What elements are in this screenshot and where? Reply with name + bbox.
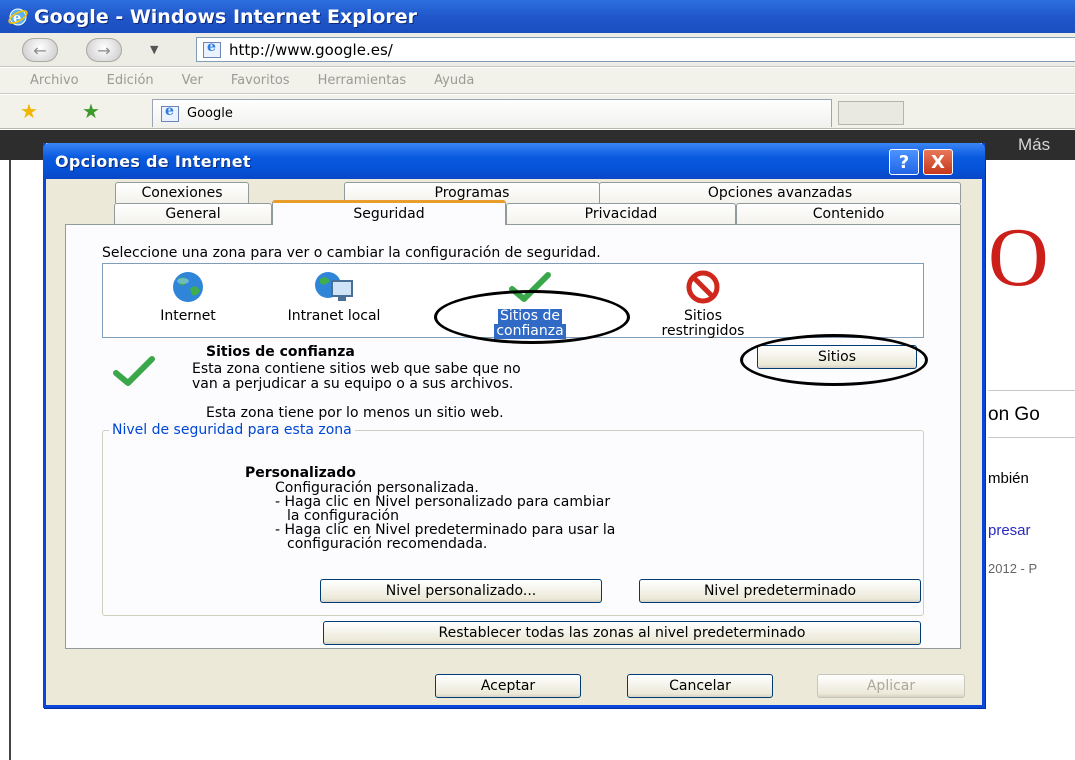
sites-button[interactable]: Sitios [757, 345, 917, 369]
menu-ayuda[interactable]: Ayuda [434, 73, 474, 88]
restricted-icon [686, 270, 720, 304]
button-label: Nivel predeterminado [703, 583, 857, 599]
browser-tab-google[interactable]: Google [152, 99, 832, 127]
tab-general[interactable]: General [114, 203, 272, 224]
close-icon: X [931, 151, 945, 173]
google-logo-fragment: O [988, 211, 1049, 304]
google-text-fragment-1: on Go [988, 404, 1040, 425]
history-dropdown-icon[interactable]: ▼ [150, 43, 158, 56]
forward-button[interactable]: → [86, 38, 122, 62]
back-arrow-icon: ← [33, 40, 47, 60]
tab-label: Programas [434, 185, 510, 201]
zone-selector: Internet Intranet local Sitios de confia… [102, 263, 924, 339]
zone-sitios-restringidos[interactable]: Sitios restringidos [633, 269, 773, 339]
tab-opciones-avanzadas[interactable]: Opciones avanzadas [599, 182, 961, 203]
address-field[interactable]: http://www.google.es/ [196, 37, 1075, 62]
address-toolbar: ← → ▼ http://www.google.es/ [0, 33, 1075, 67]
menu-archivo[interactable]: Archivo [30, 73, 79, 88]
zone-label: Intranet local [287, 308, 381, 324]
dialog-title-bar: Opciones de Internet ? X [43, 143, 985, 179]
zone-prompt: Seleccione una zona para ver o cambiar l… [102, 245, 601, 261]
intranet-icon [315, 272, 353, 301]
help-button[interactable]: ? [889, 149, 919, 175]
help-icon: ? [898, 151, 910, 173]
button-label: Nivel personalizado... [385, 583, 537, 599]
zone-title: Sitios de confianza [206, 344, 355, 360]
ie-title-bar: e Google - Windows Internet Explorer [0, 0, 1075, 33]
menu-ver[interactable]: Ver [182, 73, 203, 88]
back-button[interactable]: ← [22, 38, 58, 62]
google-footer-fragment: 2012 - P [988, 561, 1038, 576]
google-more-link[interactable]: Más [1018, 135, 1050, 155]
zone-label-line2: restringidos [661, 323, 745, 339]
menu-edicion[interactable]: Edición [107, 73, 154, 88]
button-label: Aplicar [866, 678, 916, 694]
internet-options-dialog: Opciones de Internet ? X Conexiones Prog… [43, 143, 985, 708]
ok-button[interactable]: Aceptar [435, 674, 581, 698]
globe-icon [173, 272, 203, 302]
menu-favoritos[interactable]: Favoritos [231, 73, 290, 88]
tab-label: Privacidad [584, 206, 658, 222]
zone-label-line1: Sitios de [498, 308, 562, 324]
zone-sitios-de-confianza[interactable]: Sitios de confianza [475, 269, 585, 339]
ie-logo-icon: e [8, 8, 28, 26]
new-tab-button[interactable] [838, 101, 904, 125]
page-left-border [9, 160, 11, 760]
button-label: Cancelar [669, 678, 731, 694]
browser-tab-label: Google [187, 106, 233, 121]
zone-intranet-local[interactable]: Intranet local [259, 269, 409, 324]
tab-label: Seguridad [353, 206, 425, 222]
zone-description-line2: van a perjudicar a su equipo o a sus arc… [192, 376, 514, 392]
tab-seguridad[interactable]: Seguridad [272, 200, 506, 225]
security-level-group: Nivel de seguridad para esta zona Person… [102, 422, 924, 616]
google-link-fragment[interactable]: presar [988, 522, 1031, 539]
level-line-5: configuración recomendada. [287, 536, 488, 552]
tab-conexiones[interactable]: Conexiones [115, 182, 249, 203]
tab-label: Contenido [812, 206, 885, 222]
tab-label: Conexiones [141, 185, 223, 201]
zone-internet[interactable]: Internet [133, 269, 243, 324]
forward-arrow-icon: → [97, 40, 111, 60]
address-url: http://www.google.es/ [229, 40, 393, 59]
security-level-legend: Nivel de seguridad para esta zona [109, 422, 355, 438]
dialog-title: Opciones de Internet [55, 151, 251, 171]
ie-window-title: Google - Windows Internet Explorer [34, 5, 418, 28]
tab-contenido[interactable]: Contenido [736, 203, 961, 224]
tab-label: Opciones avanzadas [707, 185, 853, 201]
add-favorites-icon[interactable]: ★ [82, 101, 100, 121]
zone-label-line2: confianza [494, 323, 566, 339]
security-tab-panel: Seleccione una zona para ver o cambiar l… [65, 224, 961, 649]
level-title: Personalizado [245, 465, 356, 481]
zone-description-line1: Esta zona contiene sitios web que sabe q… [192, 361, 521, 377]
zone-site-count: Esta zona tiene por lo menos un sitio we… [206, 405, 504, 421]
zone-label-line1: Sitios [683, 308, 722, 324]
default-level-button[interactable]: Nivel predeterminado [639, 579, 921, 603]
apply-button[interactable]: Aplicar [817, 674, 965, 698]
tab-privacidad[interactable]: Privacidad [506, 203, 736, 224]
checkmark-icon [509, 272, 551, 302]
button-label: Sitios [817, 349, 856, 365]
button-label: Aceptar [480, 678, 536, 694]
tab-page-icon [161, 103, 179, 122]
tab-label: General [165, 206, 221, 222]
page-icon [203, 39, 221, 58]
zone-checkmark-icon [113, 356, 155, 386]
custom-level-button[interactable]: Nivel personalizado... [320, 579, 602, 603]
google-text-fragment-2: mbién [988, 470, 1029, 487]
favorites-star-icon[interactable]: ★ [20, 101, 38, 121]
menu-bar: Archivo Edición Ver Favoritos Herramient… [0, 68, 1075, 94]
reset-all-zones-button[interactable]: Restablecer todas las zonas al nivel pre… [323, 621, 921, 645]
menu-herramientas[interactable]: Herramientas [318, 73, 407, 88]
favorites-bar: ★ ★ Google [0, 95, 1075, 129]
button-label: Restablecer todas las zonas al nivel pre… [438, 625, 806, 641]
cancel-button[interactable]: Cancelar [627, 674, 773, 698]
zone-label: Internet [160, 308, 216, 324]
close-button[interactable]: X [923, 149, 953, 175]
